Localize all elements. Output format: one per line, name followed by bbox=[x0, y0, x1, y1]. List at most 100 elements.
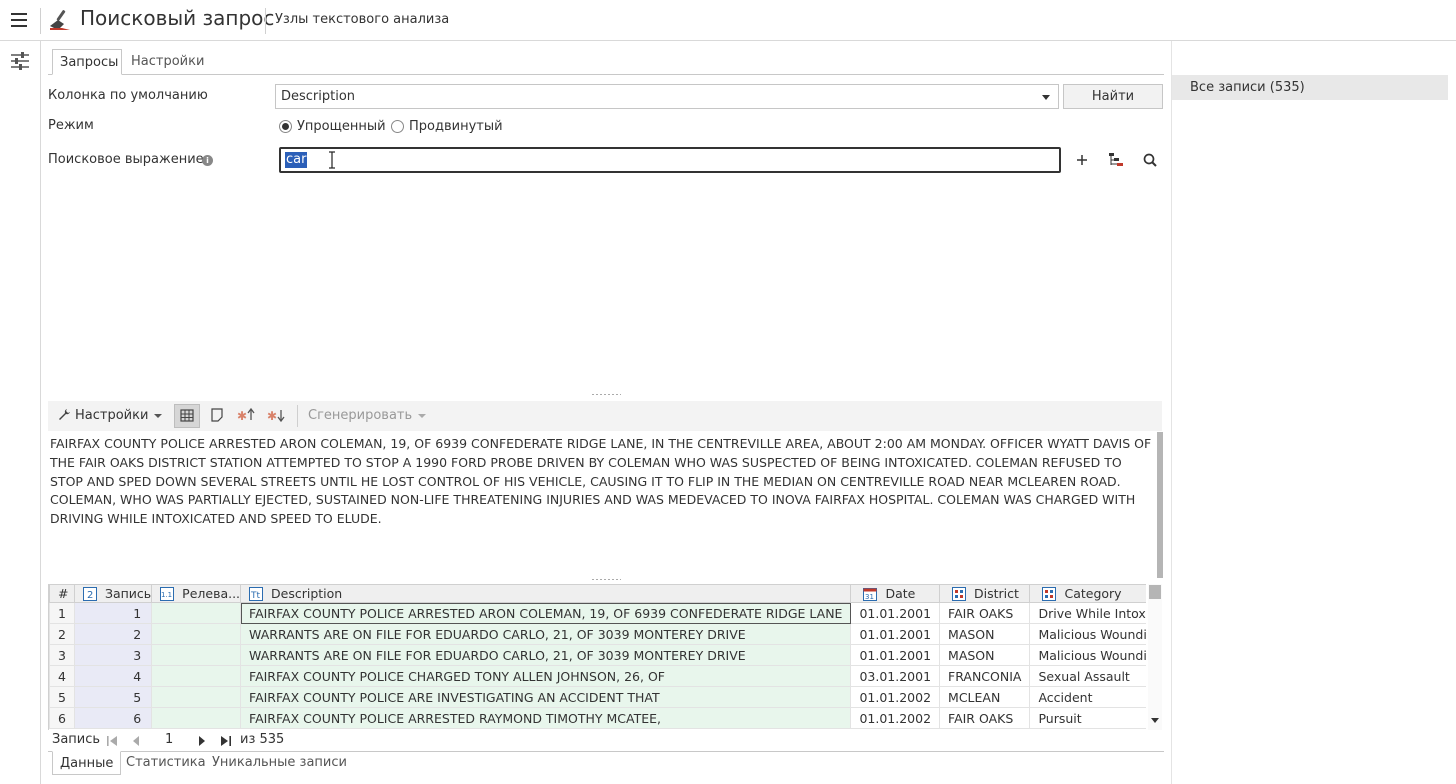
description-cell[interactable]: FAIRFAX COUNTY POLICE CHARGED TONY ALLEN… bbox=[240, 665, 852, 687]
table-row[interactable]: 5 5 FAIRFAX COUNTY POLICE ARE INVESTIGATIN… bbox=[49, 686, 1146, 708]
settings-dropdown[interactable]: Настройки bbox=[58, 408, 163, 423]
table-row[interactable]: 4 4 FAIRFAX COUNTY POLICE CHARGED TONY ALL… bbox=[49, 665, 1146, 687]
menu-icon[interactable] bbox=[11, 13, 27, 27]
prev-page-icon[interactable] bbox=[130, 735, 142, 747]
category-cell[interactable]: Sexual Assault bbox=[1029, 665, 1146, 687]
table-row[interactable]: 1 1 FAIRFAX COUNTY POLICE ARRESTED ARON CO… bbox=[49, 602, 1146, 624]
date-cell[interactable]: 01.01.2001 bbox=[850, 623, 941, 645]
column-header-description[interactable]: Tt Description bbox=[240, 584, 852, 603]
category-cell[interactable]: Malicious Wounding bbox=[1029, 623, 1146, 645]
record-cell[interactable]: 4 bbox=[73, 665, 153, 687]
record-cell[interactable]: 5 bbox=[73, 686, 153, 708]
generate-dropdown[interactable]: Сгенерировать bbox=[308, 408, 427, 423]
relevance-cell[interactable] bbox=[151, 707, 242, 729]
radio-checked-icon bbox=[279, 120, 292, 133]
next-page-icon[interactable] bbox=[196, 735, 208, 747]
table-row[interactable]: 2 2 WARRANTS ARE ON FILE FOR EDUARDO CARLO… bbox=[49, 623, 1146, 645]
broom-icon bbox=[50, 10, 70, 30]
row-index[interactable]: 3 bbox=[49, 644, 75, 666]
tab-statistics[interactable]: Статистика bbox=[119, 751, 213, 775]
row-index[interactable]: 5 bbox=[49, 686, 75, 708]
district-cell[interactable]: FAIR OAKS bbox=[939, 602, 1031, 624]
description-cell[interactable]: FAIRFAX COUNTY POLICE ARE INVESTIGATING … bbox=[240, 686, 852, 708]
district-cell[interactable]: FRANCONIA bbox=[939, 665, 1031, 687]
record-cell[interactable]: 2 bbox=[73, 623, 153, 645]
column-header-record[interactable]: 2 Запись bbox=[73, 584, 153, 603]
tab-queries[interactable]: Запросы bbox=[52, 49, 122, 75]
record-cell[interactable]: 6 bbox=[73, 707, 153, 729]
column-header-relevance[interactable]: 1.1 Релева... bbox=[151, 584, 242, 603]
category-cell[interactable]: Pursuit bbox=[1029, 707, 1146, 729]
grid-scrollbar[interactable] bbox=[1148, 584, 1162, 730]
page-number-input[interactable]: 1 bbox=[165, 732, 173, 747]
date-cell[interactable]: 01.01.2001 bbox=[850, 644, 941, 666]
relevance-cell[interactable] bbox=[151, 644, 242, 666]
district-cell[interactable]: MCLEAN bbox=[939, 686, 1031, 708]
last-page-icon[interactable] bbox=[220, 735, 232, 747]
search-input[interactable]: car bbox=[279, 147, 1061, 173]
page-title: Поисковый запрос bbox=[80, 6, 275, 30]
default-column-value: Description bbox=[281, 89, 356, 104]
table-row[interactable]: 3 3 WARRANTS ARE ON FILE FOR EDUARDO CARLO… bbox=[49, 644, 1146, 666]
scroll-down-icon[interactable] bbox=[1151, 718, 1159, 723]
highlight-up-button[interactable]: ✱ bbox=[234, 404, 260, 428]
all-records-item[interactable]: Все записи (535) bbox=[1172, 75, 1448, 100]
tab-data[interactable]: Данные bbox=[52, 751, 122, 775]
default-column-select[interactable]: Description bbox=[275, 84, 1059, 109]
column-header-index[interactable]: # bbox=[49, 584, 75, 603]
relevance-cell[interactable] bbox=[151, 623, 242, 645]
tree-icon[interactable] bbox=[1106, 150, 1126, 170]
row-index[interactable]: 4 bbox=[49, 665, 75, 687]
column-header-district[interactable]: District bbox=[939, 584, 1031, 603]
description-cell[interactable]: FAIRFAX COUNTY POLICE ARRESTED RAYMOND T… bbox=[240, 707, 852, 729]
description-cell[interactable]: WARRANTS ARE ON FILE FOR EDUARDO CARLO, … bbox=[240, 644, 852, 666]
note-view-button[interactable] bbox=[205, 404, 231, 428]
column-header-category[interactable]: Category bbox=[1029, 584, 1146, 603]
column-header-date[interactable]: 31 Date bbox=[850, 584, 941, 603]
category-cell[interactable]: Accident bbox=[1029, 686, 1146, 708]
date-cell[interactable]: 01.01.2001 bbox=[850, 602, 941, 624]
tab-settings[interactable]: Настройки bbox=[124, 49, 211, 75]
date-cell[interactable]: 03.01.2001 bbox=[850, 665, 941, 687]
tab-unique-records[interactable]: Уникальные записи bbox=[205, 751, 354, 775]
grid-view-button[interactable] bbox=[174, 404, 200, 428]
data-grid: # 2 Запись 1.1 Релева... Tt Description 31 D… bbox=[48, 584, 1146, 730]
date-cell[interactable]: 01.01.2002 bbox=[850, 686, 941, 708]
radio-unchecked-icon bbox=[391, 120, 404, 133]
splitter-handle[interactable] bbox=[591, 393, 621, 396]
district-cell[interactable]: MASON bbox=[939, 644, 1031, 666]
district-cell[interactable]: MASON bbox=[939, 623, 1031, 645]
relevance-cell[interactable] bbox=[151, 665, 242, 687]
row-index[interactable]: 2 bbox=[49, 623, 75, 645]
calendar-icon: 31 bbox=[863, 588, 878, 602]
first-page-icon[interactable] bbox=[106, 735, 118, 747]
find-button[interactable]: Найти bbox=[1063, 84, 1163, 109]
svg-text:✱: ✱ bbox=[237, 409, 247, 423]
info-icon[interactable]: i bbox=[202, 155, 213, 166]
relevance-cell[interactable] bbox=[151, 686, 242, 708]
table-row[interactable]: 6 6 FAIRFAX COUNTY POLICE ARRESTED RAYMOND… bbox=[49, 707, 1146, 729]
description-cell[interactable]: WARRANTS ARE ON FILE FOR EDUARDO CARLO, … bbox=[240, 623, 852, 645]
scrollbar-thumb[interactable] bbox=[1149, 585, 1161, 599]
tabs-underline bbox=[48, 74, 1164, 75]
splitter-handle[interactable] bbox=[591, 578, 621, 581]
highlight-down-button[interactable]: ✱ bbox=[264, 404, 290, 428]
preview-scrollbar[interactable] bbox=[1157, 432, 1163, 578]
relevance-cell[interactable] bbox=[151, 602, 242, 624]
preview-toolbar: Настройки ✱ ✱ Сгенерировать bbox=[48, 401, 1162, 431]
row-index[interactable]: 6 bbox=[49, 707, 75, 729]
text-cursor-icon bbox=[329, 151, 335, 169]
record-cell[interactable]: 1 bbox=[73, 602, 153, 624]
record-cell[interactable]: 3 bbox=[73, 644, 153, 666]
date-cell[interactable]: 01.01.2002 bbox=[850, 707, 941, 729]
search-icon[interactable] bbox=[1140, 150, 1160, 170]
svg-text:1.1: 1.1 bbox=[161, 591, 172, 599]
description-cell[interactable]: FAIRFAX COUNTY POLICE ARRESTED ARON COLE… bbox=[240, 602, 852, 624]
row-index[interactable]: 1 bbox=[49, 602, 75, 624]
sliders-icon[interactable] bbox=[10, 52, 30, 70]
add-icon[interactable] bbox=[1072, 150, 1092, 170]
record-preview-text: FAIRFAX COUNTY POLICE ARRESTED ARON COLE… bbox=[50, 436, 1152, 527]
category-cell[interactable]: Malicious Wounding bbox=[1029, 644, 1146, 666]
district-cell[interactable]: FAIR OAKS bbox=[939, 707, 1031, 729]
category-cell[interactable]: Drive While Intoxicated bbox=[1029, 602, 1146, 624]
